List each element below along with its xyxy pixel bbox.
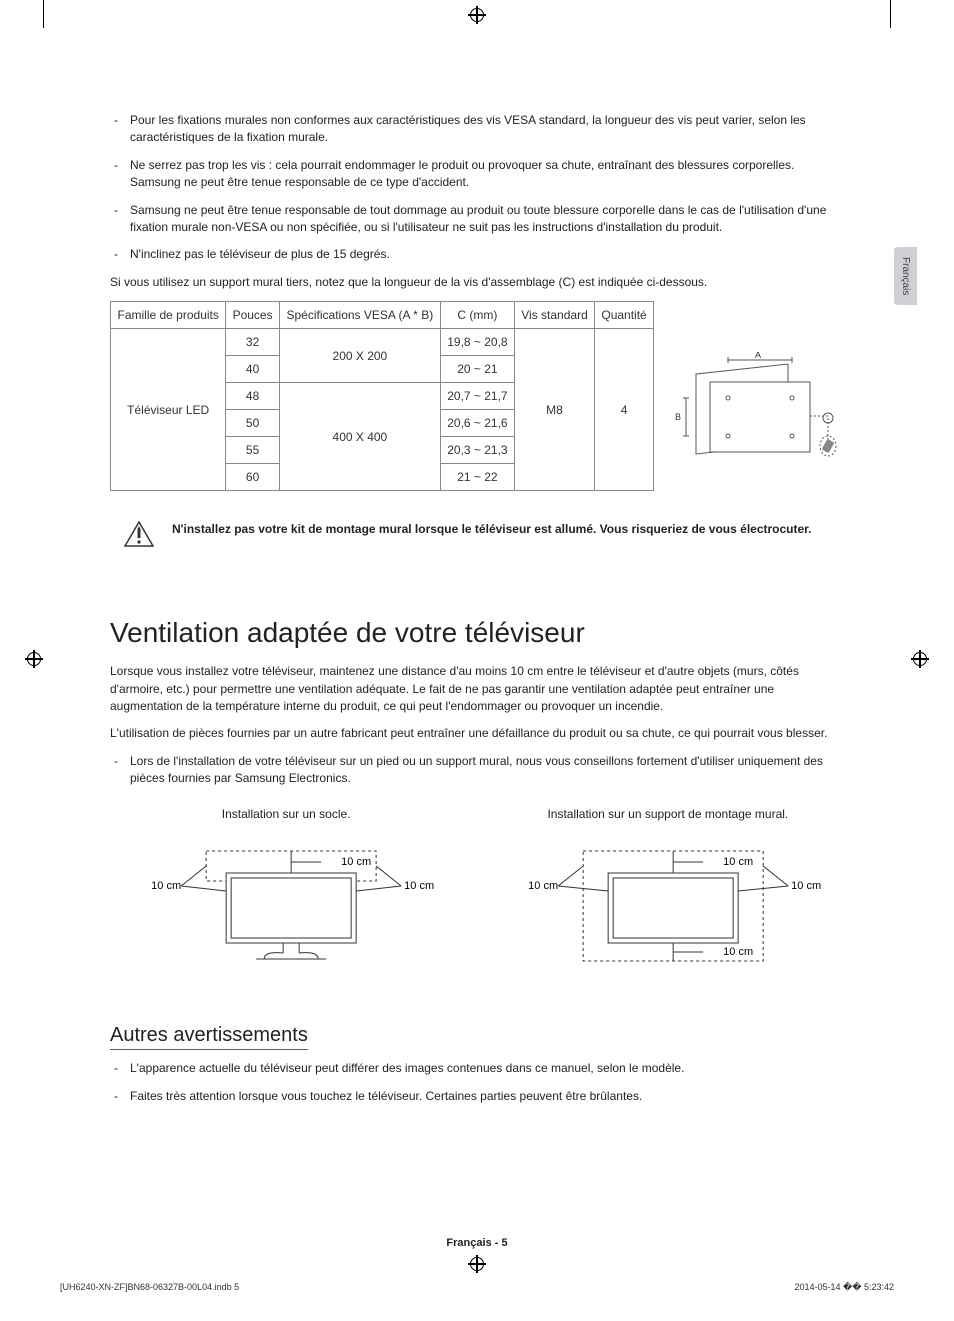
language-tab: Français <box>894 247 917 305</box>
registration-mark-icon <box>468 1255 486 1273</box>
th-c: C (mm) <box>440 302 514 329</box>
cell-inches: 32 <box>226 329 279 356</box>
svg-text:10 cm: 10 cm <box>404 880 434 892</box>
cell-inches: 60 <box>226 464 279 491</box>
wall-install-title: Installation sur un support de montage m… <box>492 807 844 821</box>
cell-c: 20,3 ~ 21,3 <box>440 437 514 464</box>
cell-screw: M8 <box>514 329 594 491</box>
ventilation-p1: Lorsque vous installez votre téléviseur,… <box>110 663 844 715</box>
ventilation-bullet: Lors de l'installation de votre télévise… <box>110 753 844 788</box>
cell-c: 20 ~ 21 <box>440 356 514 383</box>
cell-qty: 4 <box>595 329 654 491</box>
page-number: Français - 5 <box>0 1237 954 1249</box>
svg-text:10 cm: 10 cm <box>723 856 753 868</box>
th-qty: Quantité <box>595 302 654 329</box>
svg-text:10 cm: 10 cm <box>723 946 753 958</box>
wall-mount-diagram-icon: A B <box>668 352 838 472</box>
installation-diagrams: Installation sur un socle. 10 cm 10 cm 1… <box>110 807 844 984</box>
cell-inches: 48 <box>226 383 279 410</box>
warning-text: N'installez pas votre kit de montage mur… <box>172 521 812 538</box>
svg-text:10 cm: 10 cm <box>791 880 821 892</box>
bullet-item: Ne serrez pas trop les vis : cela pourra… <box>110 157 844 192</box>
vesa-spec-table: Famille de produits Pouces Spécification… <box>110 301 654 491</box>
stand-install-title: Installation sur un socle. <box>110 807 462 821</box>
cell-vesa: 400 X 400 <box>279 383 440 491</box>
footer-left: [UH6240-XN-ZF]BN68-06327B-00L04.indb 5 <box>60 1282 239 1293</box>
bullet-item: Pour les fixations murales non conformes… <box>110 112 844 147</box>
svg-text:10 cm: 10 cm <box>151 880 181 892</box>
cell-c: 20,6 ~ 21,6 <box>440 410 514 437</box>
safety-bullets: Pour les fixations murales non conformes… <box>110 112 844 264</box>
stand-install-diagram-icon: 10 cm 10 cm 10 cm <box>110 831 462 981</box>
th-inches: Pouces <box>226 302 279 329</box>
cell-c: 20,7 ~ 21,7 <box>440 383 514 410</box>
svg-text:10 cm: 10 cm <box>528 880 558 892</box>
other-warnings-heading: Autres avertissements <box>110 1024 308 1050</box>
svg-text:A: A <box>755 352 761 360</box>
footer-meta: [UH6240-XN-ZF]BN68-06327B-00L04.indb 5 2… <box>60 1282 894 1293</box>
bullet-item: N'inclinez pas le téléviseur de plus de … <box>110 246 844 263</box>
registration-mark-icon <box>25 650 43 668</box>
cell-family: Téléviseur LED <box>111 329 226 491</box>
warning-block: N'installez pas votre kit de montage mur… <box>110 521 844 547</box>
th-screw: Vis standard <box>514 302 594 329</box>
cell-vesa: 200 X 200 <box>279 329 440 383</box>
th-vesa: Spécifications VESA (A * B) <box>279 302 440 329</box>
cell-inches: 40 <box>226 356 279 383</box>
footer-right: 2014-05-14 �� 5:23:42 <box>794 1282 894 1293</box>
other-warning-bullet: Faites très attention lorsque vous touch… <box>110 1088 844 1105</box>
warning-triangle-icon <box>124 521 154 547</box>
wall-install-diagram-icon: 10 cm 10 cm 10 cm 10 cm <box>492 831 844 981</box>
cell-c: 19,8 ~ 20,8 <box>440 329 514 356</box>
bullet-item: Samsung ne peut être tenue responsable d… <box>110 202 844 237</box>
other-warning-bullet: L'apparence actuelle du téléviseur peut … <box>110 1060 844 1077</box>
cell-c: 21 ~ 22 <box>440 464 514 491</box>
note-line: Si vous utilisez un support mural tiers,… <box>110 274 844 291</box>
cell-inches: 55 <box>226 437 279 464</box>
page-content: Français Pour les fixations murales non … <box>110 112 844 1221</box>
ventilation-p2: L'utilisation de pièces fournies par un … <box>110 725 844 742</box>
cell-inches: 50 <box>226 410 279 437</box>
registration-mark-icon <box>468 6 486 24</box>
ventilation-heading: Ventilation adaptée de votre téléviseur <box>110 617 844 649</box>
svg-text:10 cm: 10 cm <box>341 856 371 868</box>
th-family: Famille de produits <box>111 302 226 329</box>
registration-mark-icon <box>911 650 929 668</box>
svg-text:B: B <box>675 412 681 422</box>
